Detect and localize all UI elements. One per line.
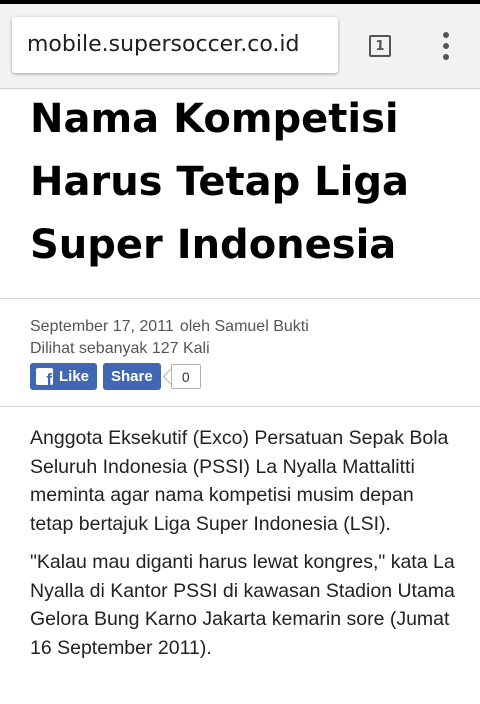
facebook-icon: f [36, 368, 53, 385]
article-paragraph: "Kalau mau diganti harus lewat kongres,"… [30, 551, 455, 659]
view-count: Dilihat sebanyak 127 Kali [30, 340, 210, 357]
status-bar-strip [0, 0, 480, 4]
facebook-share-button[interactable]: Share [103, 363, 161, 390]
article-author: oleh Samuel Bukti [179, 318, 309, 335]
share-count-bubble: 0 [162, 364, 201, 389]
article-date: September 17, 2011 [30, 318, 174, 335]
browser-toolbar: mobile.supersoccer.co.id 1 [0, 0, 480, 89]
tabs-button[interactable]: 1 [356, 24, 404, 68]
article-paragraph: Anggota Eksekutif (Exco) Persatuan Sepak… [30, 427, 449, 535]
url-bar[interactable]: mobile.supersoccer.co.id [12, 17, 338, 73]
overflow-menu-icon[interactable] [426, 24, 466, 68]
social-buttons: f Like Share 0 [30, 362, 201, 391]
facebook-like-button[interactable]: f Like [30, 363, 98, 390]
article-title: Nama Kompetisi Harus Tetap Liga Super In… [30, 96, 410, 268]
tabs-icon: 1 [369, 35, 391, 57]
divider [0, 298, 480, 299]
divider [0, 406, 480, 407]
like-label: Like [59, 368, 90, 385]
article-meta: September 17, 2011 oleh Samuel Bukti Dili… [30, 316, 460, 360]
menu-dot [443, 54, 449, 60]
share-label: Share [111, 368, 153, 385]
share-count: 0 [170, 364, 201, 389]
menu-dot [443, 43, 449, 49]
menu-dot [443, 32, 449, 38]
article-body: Anggota Eksekutif (Exco) Persatuan Sepak… [30, 424, 455, 672]
